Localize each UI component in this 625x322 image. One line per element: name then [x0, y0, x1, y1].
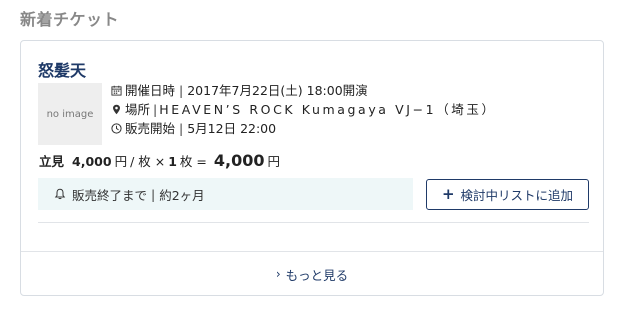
- sale-end-notice: 販売終了まで | 約2ヶ月: [38, 178, 413, 210]
- per-sheet-times: / 枚 ×: [130, 154, 166, 169]
- event-title[interactable]: 怒髪天: [38, 57, 86, 81]
- separator: |: [153, 102, 158, 117]
- unit-price: 4,000: [72, 154, 112, 169]
- event-venue-row: 場所 | HEAVEN’S ROCK Kumagaya VJ−1（埼玉）: [110, 100, 497, 119]
- event-sale-row: 販売開始 | 5月12日 22:00: [110, 119, 497, 138]
- add-to-wishlist-label: 検討中リストに追加: [460, 188, 574, 203]
- separator: |: [179, 83, 184, 98]
- calendar-icon: [110, 85, 122, 97]
- quantity-unit-equals: 枚 =: [179, 154, 207, 169]
- event-venue-label: 場所: [125, 102, 151, 117]
- event-sale-value: 5月12日 22:00: [187, 121, 277, 136]
- add-to-wishlist-button[interactable]: + 検討中リストに追加: [426, 179, 589, 210]
- event-thumbnail[interactable]: no image: [38, 83, 102, 145]
- event-sale-label: 販売開始: [125, 121, 176, 136]
- ticket-quantity: 1: [168, 154, 177, 169]
- seat-type: 立見: [39, 154, 65, 169]
- plus-icon: +: [441, 185, 455, 203]
- bell-icon: [54, 188, 66, 200]
- separator: |: [179, 121, 184, 136]
- price-row: 立見 4,000 円 / 枚 × 1 枚 = 4,000 円: [39, 151, 283, 170]
- divider: [38, 222, 589, 223]
- section-title: 新着チケット: [20, 10, 120, 29]
- event-date-row: 開催日時 | 2017年7月22日(土) 18:00開演: [110, 81, 497, 100]
- total-price: 4,000: [213, 151, 265, 170]
- event-venue-value: HEAVEN’S ROCK Kumagaya VJ−1（埼玉）: [159, 102, 497, 117]
- show-more-label: もっと見る: [285, 267, 349, 283]
- unit-price-currency: 円: [114, 154, 128, 169]
- separator: |: [151, 186, 156, 202]
- thumbnail-placeholder-text: no image: [46, 108, 94, 120]
- chevron-right-icon: ›: [275, 267, 281, 281]
- show-more-link[interactable]: › もっと見る: [21, 252, 603, 296]
- map-pin-icon: [110, 104, 122, 116]
- sale-end-label: 販売終了まで: [72, 187, 148, 203]
- event-info: 開催日時 | 2017年7月22日(土) 18:00開演 場所 | HEAVEN…: [110, 81, 497, 138]
- total-price-currency: 円: [267, 154, 280, 169]
- clock-icon: [110, 123, 122, 135]
- event-date-value: 2017年7月22日(土) 18:00開演: [187, 83, 368, 98]
- ticket-card: 怒髪天 no image 開催日時 | 2017年7月22日(土) 18:00開…: [20, 40, 604, 296]
- event-date-label: 開催日時: [125, 83, 176, 98]
- sale-end-value: 約2ヶ月: [159, 187, 205, 203]
